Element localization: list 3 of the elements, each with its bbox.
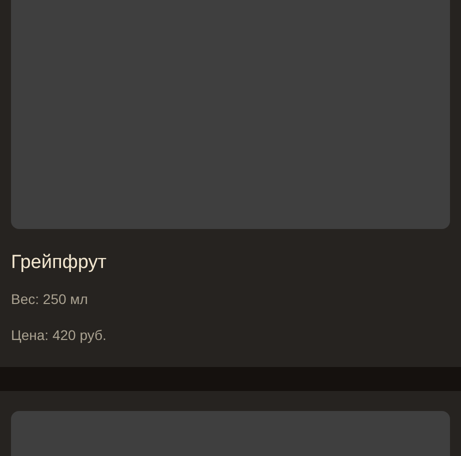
product-name: Грейпфрут (11, 251, 108, 275)
product-weight: Вес: 250 мл (11, 290, 89, 309)
product-price: Цена: 420 руб. (11, 326, 108, 345)
